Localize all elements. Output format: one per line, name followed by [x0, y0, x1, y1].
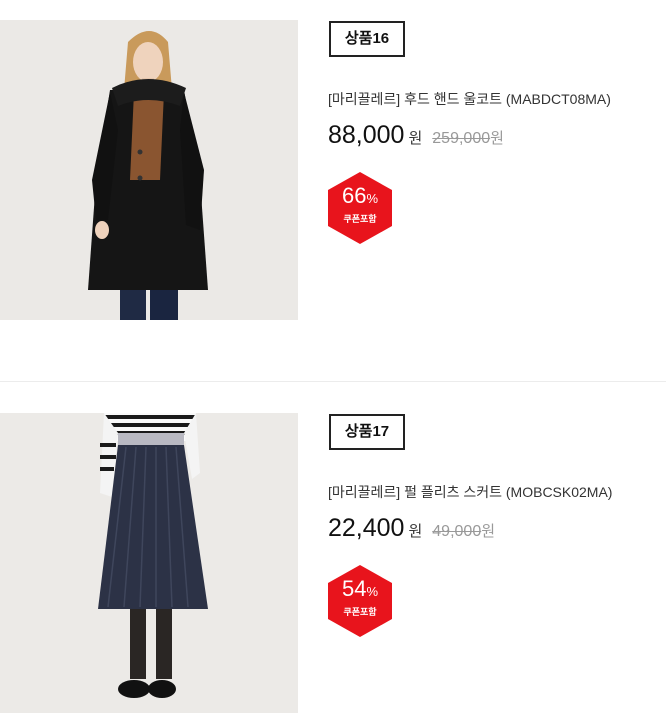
product-image[interactable]	[0, 413, 298, 713]
product-card[interactable]: 상품16 [마리끌레르] 후드 핸드 울코트 (MABDCT08MA) 88,0…	[0, 0, 666, 382]
coupon-included-label: 쿠폰포함	[343, 607, 377, 617]
product-name[interactable]: [마리끌레르] 후드 핸드 울코트 (MABDCT08MA)	[328, 89, 611, 109]
product-name[interactable]: [마리끌레르] 펄 플리츠 스커트 (MOBCSK02MA)	[328, 482, 612, 502]
sale-price-unit: 원	[408, 523, 423, 540]
discount-percent: 66%	[341, 183, 379, 208]
original-price: 49,000	[432, 523, 482, 540]
product-number-badge: 상품17	[329, 414, 405, 450]
discount-percent: 54%	[341, 576, 379, 601]
sale-price: 88,000	[328, 121, 405, 149]
discount-badge: 66% 쿠폰포함	[328, 172, 392, 244]
discount-badge: 54% 쿠폰포함	[328, 565, 392, 637]
original-price-unit: 원	[490, 130, 504, 147]
product-image[interactable]	[0, 20, 298, 320]
product-card[interactable]: 상품17 [마리끌레르] 펄 플리츠 스커트 (MOBCSK02MA) 22,4…	[0, 382, 666, 723]
price-row: 22,400 원 49,000원	[328, 514, 495, 543]
coupon-included-label: 쿠폰포함	[343, 214, 377, 224]
original-price: 259,000	[432, 130, 491, 147]
product-number-badge: 상품16	[329, 21, 405, 57]
sale-price: 22,400	[328, 514, 405, 542]
price-row: 88,000 원 259,000원	[328, 121, 504, 150]
sale-price-unit: 원	[408, 130, 423, 147]
original-price-unit: 원	[481, 523, 496, 540]
